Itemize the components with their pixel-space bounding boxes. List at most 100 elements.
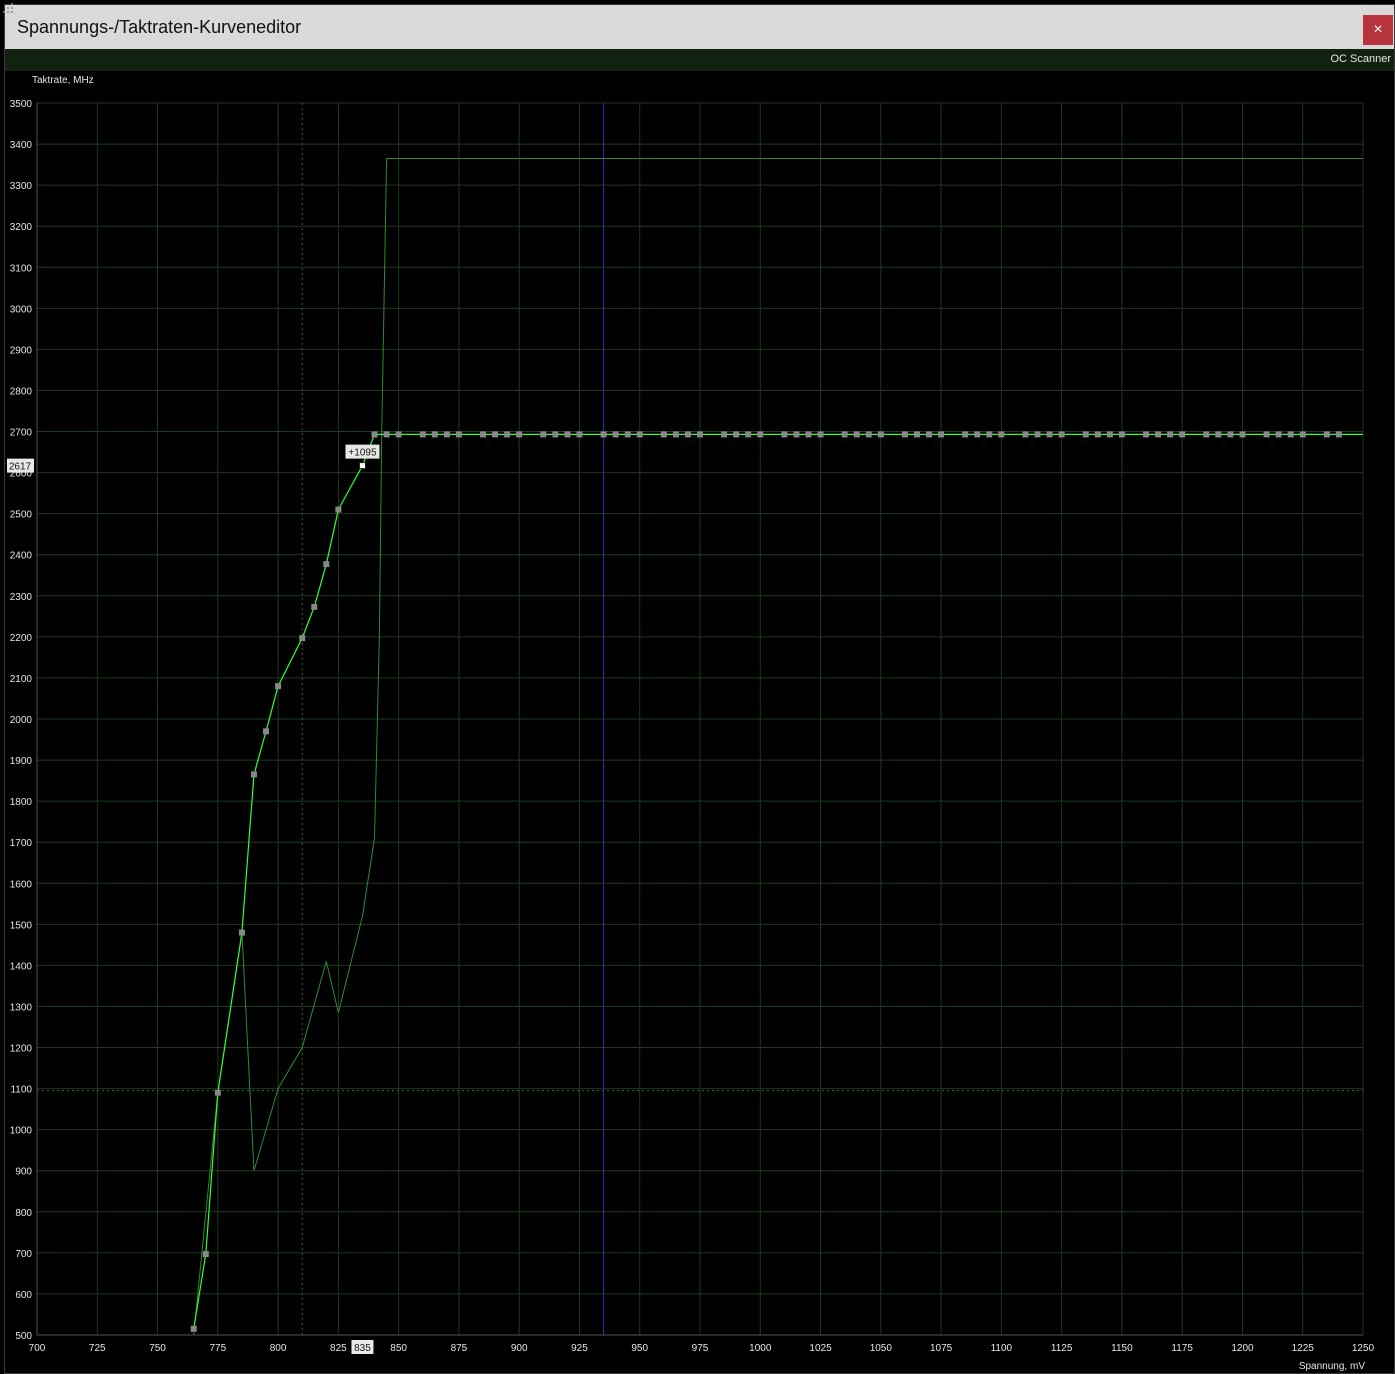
curve-point[interactable] (913, 431, 920, 438)
x-tick-label: 725 (89, 1343, 106, 1354)
x-tick-label: 1225 (1292, 1343, 1315, 1354)
curve-point[interactable] (335, 506, 342, 513)
y-tick-label: 3000 (10, 304, 33, 315)
y-tick-label: 1100 (10, 1085, 32, 1096)
curve-point[interactable] (986, 431, 993, 438)
curve-point[interactable] (1094, 431, 1101, 438)
curve-point[interactable] (793, 431, 800, 438)
curve-point[interactable] (865, 431, 872, 438)
curve-point[interactable] (311, 603, 318, 610)
selected-curve-point[interactable] (358, 462, 366, 470)
curve-point[interactable] (323, 561, 330, 568)
curve-point[interactable] (962, 431, 969, 438)
x-tick-label: 750 (149, 1343, 166, 1354)
curve-point[interactable] (480, 431, 487, 438)
curve-point[interactable] (926, 431, 933, 438)
x-tick-label: 1125 (1051, 1343, 1073, 1354)
curve-point[interactable] (552, 431, 559, 438)
curve-point[interactable] (492, 431, 499, 438)
x-tick-label: 1000 (749, 1343, 772, 1354)
vf-curve-chart[interactable]: 700 725 750 775 800 825 850 875 900 925 950 975 1000… (0, 0, 1395, 1374)
curve-point[interactable] (1227, 431, 1234, 438)
curve-point[interactable] (672, 431, 679, 438)
curve-point[interactable] (443, 431, 450, 438)
curve-point[interactable] (877, 431, 884, 438)
curve-point[interactable] (998, 431, 1005, 438)
y-tick-label: 2000 (10, 715, 33, 726)
curve-point[interactable] (576, 431, 583, 438)
curve-point[interactable] (853, 431, 860, 438)
y-tick-label: 2100 (10, 674, 33, 685)
curve-point[interactable] (1046, 431, 1053, 438)
y-tick-label: 2300 (10, 592, 33, 603)
curve-point[interactable] (1179, 431, 1186, 438)
curve-point[interactable] (1215, 431, 1222, 438)
y-tick-label: 3100 (10, 263, 33, 274)
curve-point[interactable] (190, 1325, 197, 1332)
curve-point[interactable] (250, 771, 257, 778)
curve-point[interactable] (1106, 431, 1113, 438)
curve-point[interactable] (660, 431, 667, 438)
curve-point[interactable] (540, 431, 547, 438)
curve-point[interactable] (1323, 431, 1330, 438)
curve-point[interactable] (1143, 431, 1150, 438)
curve-point[interactable] (371, 431, 378, 438)
x-tick-label: 1025 (809, 1343, 832, 1354)
curve-point[interactable] (1167, 431, 1174, 438)
curve-point[interactable] (697, 431, 703, 438)
curve-point[interactable] (395, 431, 402, 438)
curve-point[interactable] (1155, 431, 1162, 438)
curve-point[interactable] (1239, 431, 1246, 438)
curve-point[interactable] (1203, 431, 1210, 438)
curve-point[interactable] (733, 431, 740, 438)
curve-point[interactable] (263, 728, 270, 735)
curve-point[interactable] (636, 431, 643, 438)
curve-point[interactable] (805, 431, 812, 438)
curve-point[interactable] (1275, 431, 1282, 438)
curve-point[interactable] (901, 431, 908, 438)
curve-point[interactable] (1118, 431, 1125, 438)
curve-point[interactable] (624, 431, 631, 438)
x-tick-label: 975 (692, 1343, 709, 1354)
curve-point[interactable] (1335, 431, 1342, 438)
y-tick-label: 1900 (10, 756, 33, 767)
curve-point[interactable] (745, 431, 752, 438)
curve-point[interactable] (504, 431, 511, 438)
curve-point[interactable] (841, 431, 848, 438)
curve-point[interactable] (721, 431, 728, 438)
curve-point[interactable] (516, 431, 523, 438)
curve-point[interactable] (1022, 431, 1029, 438)
curve-point[interactable] (600, 431, 607, 438)
curve-point[interactable] (781, 431, 788, 438)
curve-point[interactable] (1082, 431, 1089, 438)
curve-point[interactable] (299, 635, 306, 642)
curve-point[interactable] (383, 431, 390, 438)
curve-point[interactable] (419, 431, 426, 438)
resize-grip-icon[interactable] (0, 0, 14, 14)
x-tick-label: 775 (209, 1343, 226, 1354)
x-tick-label: 875 (451, 1343, 468, 1354)
y-tick-label: 800 (15, 1208, 32, 1219)
curve-point[interactable] (1299, 431, 1306, 438)
x-tick-label: 825 (330, 1343, 347, 1354)
curve-point[interactable] (202, 1251, 209, 1258)
curve-point[interactable] (757, 431, 764, 438)
curve-point[interactable] (275, 683, 282, 690)
y-tick-label: 2200 (10, 633, 33, 644)
curve-point[interactable] (817, 431, 824, 438)
curve-point[interactable] (455, 431, 462, 438)
curve-point[interactable] (564, 431, 571, 438)
curve-point[interactable] (938, 431, 945, 438)
x-readout-label: 835 (354, 1343, 371, 1354)
curve-point[interactable] (612, 431, 619, 438)
curve-point[interactable] (684, 431, 691, 438)
curve-point[interactable] (1287, 431, 1294, 438)
curve-point[interactable] (238, 929, 245, 936)
curve-point[interactable] (974, 431, 981, 438)
curve-point[interactable] (1034, 431, 1041, 438)
x-tick-label: 925 (571, 1343, 588, 1354)
curve-point[interactable] (431, 431, 438, 438)
curve-point[interactable] (1263, 431, 1270, 438)
curve-point[interactable] (1058, 431, 1065, 438)
curve-point[interactable] (214, 1089, 221, 1096)
